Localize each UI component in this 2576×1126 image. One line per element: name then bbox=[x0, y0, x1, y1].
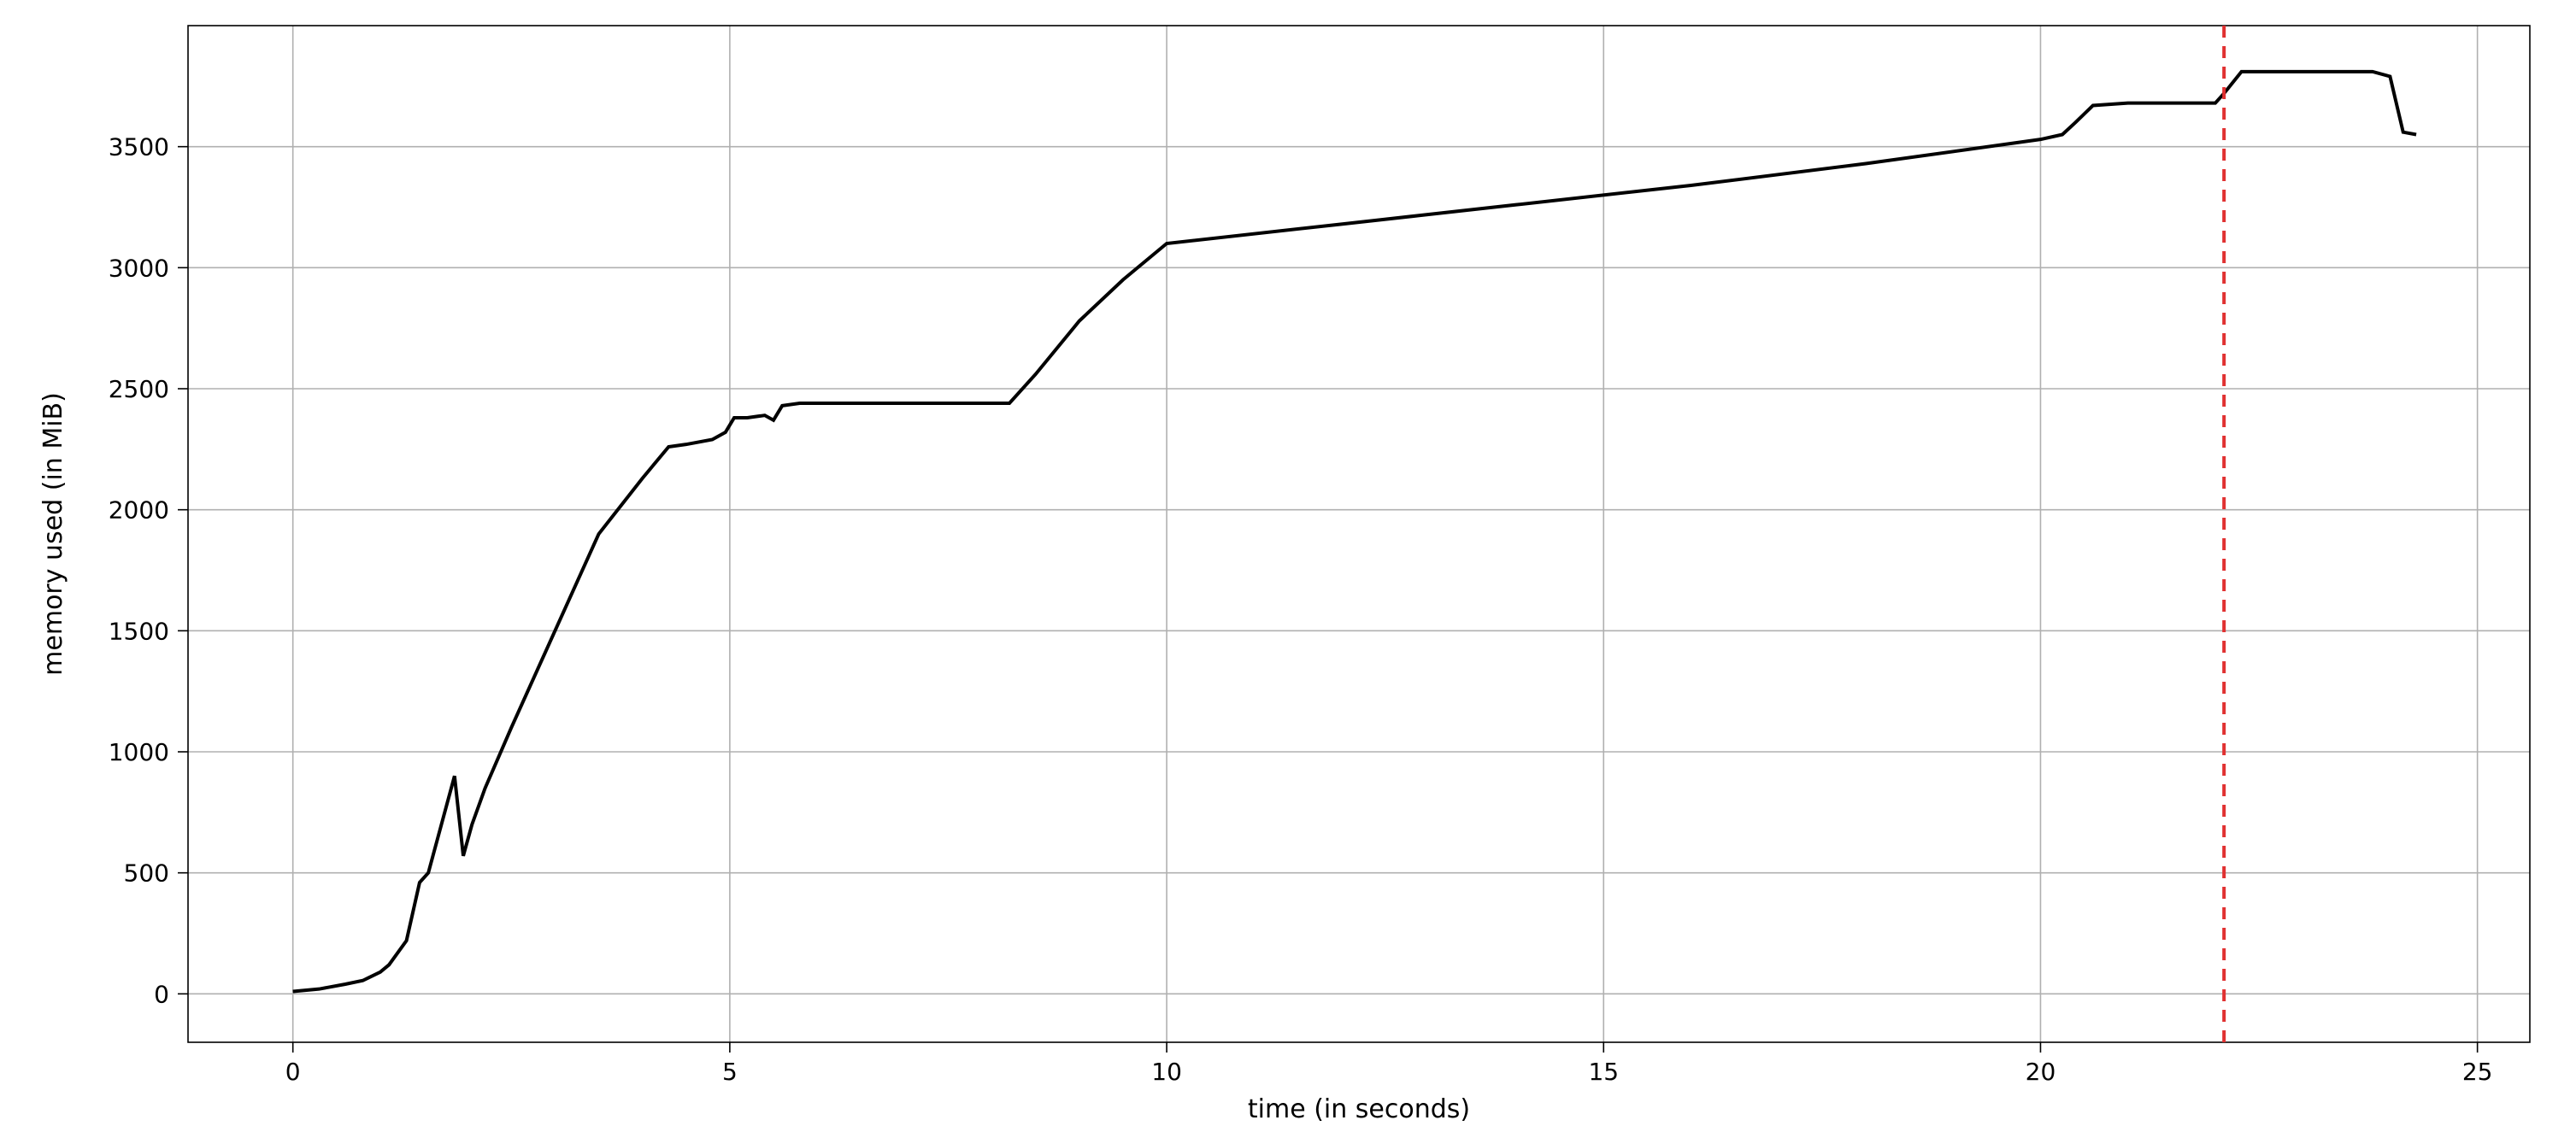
y-tick-label: 500 bbox=[124, 859, 169, 888]
x-axis-label: time (in seconds) bbox=[1248, 1094, 1470, 1124]
x-tick-label: 5 bbox=[722, 1058, 738, 1086]
x-tick-label: 0 bbox=[285, 1058, 301, 1086]
y-axis-label: memory used (in MiB) bbox=[38, 392, 68, 676]
chart-container: 0510152025 0500100015002000250030003500 … bbox=[0, 0, 2576, 1126]
y-tick-label: 2000 bbox=[109, 496, 169, 525]
series-group bbox=[293, 72, 2416, 992]
y-tick-label: 0 bbox=[154, 980, 169, 1008]
x-tick-label: 25 bbox=[2462, 1058, 2493, 1086]
y-ticks: 0 500 1000 1500 2000 2500 3000 3500 bbox=[109, 133, 188, 1009]
plot-frame bbox=[188, 26, 2530, 1042]
x-tick-label: 10 bbox=[1151, 1058, 1182, 1086]
series-memory bbox=[293, 72, 2416, 992]
x-ticks: 0 5 10 15 20 25 bbox=[285, 1042, 2493, 1086]
y-tick-label: 2500 bbox=[109, 375, 169, 403]
grid bbox=[188, 26, 2530, 1042]
x-tick-label: 20 bbox=[2026, 1058, 2056, 1086]
y-tick-label: 1500 bbox=[109, 617, 169, 645]
chart-svg: 0510152025 0500100015002000250030003500 … bbox=[0, 0, 2576, 1126]
y-tick-label: 3500 bbox=[109, 133, 169, 161]
y-tick-label: 3000 bbox=[109, 254, 169, 282]
x-tick-label: 15 bbox=[1588, 1058, 1619, 1086]
y-tick-label: 1000 bbox=[109, 738, 169, 766]
